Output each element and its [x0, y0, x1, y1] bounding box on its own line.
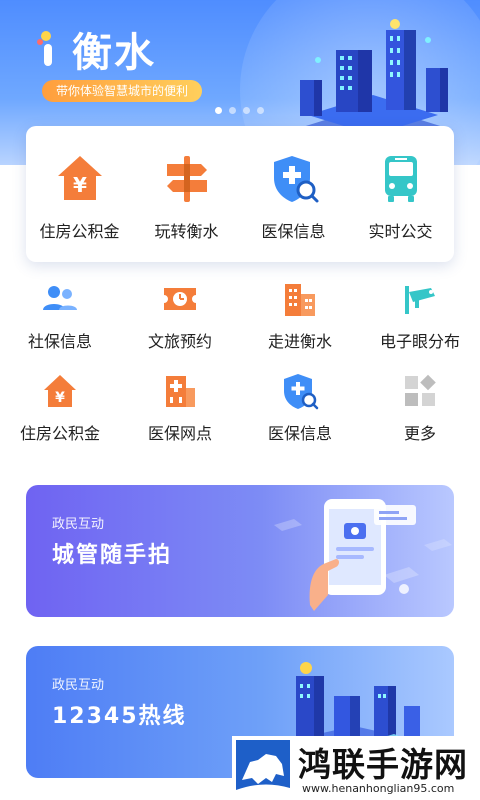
buildings-icon	[285, 284, 315, 316]
svg-text:¥: ¥	[55, 390, 65, 406]
service-medical-outlets[interactable]: 医保网点	[120, 372, 240, 452]
service-social-security[interactable]: 社保信息	[0, 280, 120, 360]
medical-shield-search-icon	[284, 374, 319, 410]
cctv-camera-icon	[405, 286, 435, 314]
carousel-dot[interactable]	[229, 107, 236, 114]
service-label: 医保信息	[267, 424, 332, 443]
banner-city-management[interactable]: 政民互动 城管随手拍	[26, 485, 454, 617]
service-housing-fund[interactable]: ¥ 住房公积金	[26, 126, 133, 262]
medical-shield-search-icon	[273, 156, 318, 203]
house-yuan-icon: ¥	[57, 156, 102, 200]
svg-text:¥: ¥	[73, 173, 87, 197]
carousel-dot[interactable]	[215, 107, 222, 114]
service-label: 走进衡水	[267, 332, 332, 351]
service-more[interactable]: 更多	[360, 372, 480, 452]
service-label: 医保网点	[147, 424, 212, 443]
house-yuan-icon: ¥	[44, 375, 76, 407]
signpost-icon	[166, 156, 207, 202]
watermark-url: www.henanhonglian95.com	[302, 782, 455, 795]
service-cctv-map[interactable]: 电子眼分布	[360, 280, 480, 360]
grid-more-icon	[405, 374, 436, 406]
featured-services-card: ¥ 住房公积金 玩转衡水 医保信息 实时公交	[26, 126, 454, 262]
banner-title: 城管随手拍	[52, 543, 173, 568]
service-label: 电子眼分布	[379, 332, 460, 351]
app-logo-icon	[37, 31, 52, 66]
banner-subtitle: 政民互动	[52, 678, 105, 693]
service-medical-info-2[interactable]: 医保信息	[240, 372, 360, 452]
bus-icon	[384, 156, 417, 202]
service-realtime-bus[interactable]: 实时公交	[347, 126, 454, 262]
users-icon	[43, 286, 77, 310]
service-label: 住房公积金	[39, 222, 120, 241]
banner-subtitle: 政民互动	[52, 517, 105, 532]
service-label: 玩转衡水	[154, 222, 219, 241]
service-explore-hengshui[interactable]: 玩转衡水	[133, 126, 240, 262]
service-label: 住房公积金	[19, 424, 100, 443]
site-watermark: 鸿联手游网 www.henanhonglian95.com	[232, 736, 480, 800]
service-label: 医保信息	[261, 222, 326, 241]
service-label: 实时公交	[368, 222, 433, 241]
carousel-dot[interactable]	[243, 107, 250, 114]
service-housing-fund-2[interactable]: ¥ 住房公积金	[0, 372, 120, 452]
bison-logo-icon	[236, 740, 290, 796]
service-label: 更多	[403, 424, 436, 443]
carousel-dot[interactable]	[257, 107, 264, 114]
ticket-clock-icon	[164, 288, 196, 310]
service-medical-info[interactable]: 医保信息	[240, 126, 347, 262]
watermark-title: 鸿联手游网	[298, 745, 468, 784]
service-visit-hengshui[interactable]: 走进衡水	[240, 280, 360, 360]
phone-camera-illustration	[274, 499, 452, 611]
service-label: 社保信息	[27, 332, 92, 351]
carousel-dots	[215, 107, 264, 114]
app-title: 衡水	[72, 30, 156, 76]
service-label: 文旅预约	[147, 332, 212, 351]
slogan-badge: 带你体验智慧城市的便利	[42, 80, 203, 102]
service-culture-booking[interactable]: 文旅预约	[120, 280, 240, 360]
banner-title: 12345热线	[52, 704, 187, 729]
hospital-icon	[166, 376, 195, 407]
